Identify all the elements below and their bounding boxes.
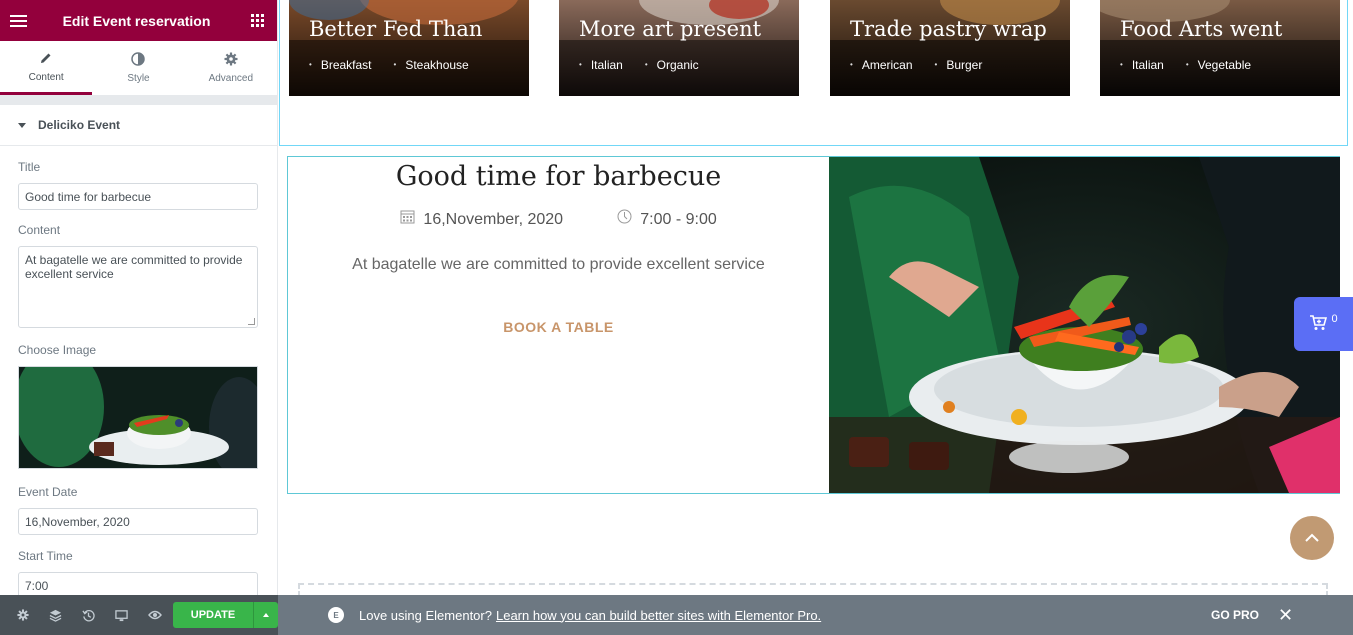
event-date-text: 16,November, 2020 xyxy=(423,211,564,228)
content-label: Content xyxy=(18,223,61,237)
gear-icon xyxy=(224,52,238,68)
go-pro-button[interactable]: GO PRO xyxy=(1211,608,1259,622)
card-title: Better Fed Than xyxy=(309,17,483,41)
pencil-icon xyxy=(39,51,53,67)
card-tags: Italian Organic xyxy=(579,58,699,72)
card-tag[interactable]: Burger xyxy=(935,58,982,72)
navigator-layers-icon[interactable] xyxy=(39,609,72,622)
card-tags: Italian Vegetable xyxy=(1120,58,1251,72)
event-image xyxy=(829,157,1340,493)
tab-style-label: Style xyxy=(127,73,150,84)
page-preview: Better Fed Than Breakfast Steakhouse Mor… xyxy=(278,0,1353,595)
card-image xyxy=(289,0,529,96)
menu-cards-section[interactable]: Better Fed Than Breakfast Steakhouse Mor… xyxy=(279,0,1348,146)
menu-card[interactable]: Trade pastry wrap American Burger xyxy=(830,0,1070,96)
elementor-promo-bar: E Love using Elementor? Learn how you ca… xyxy=(278,595,1353,635)
card-tags: Breakfast Steakhouse xyxy=(309,58,469,72)
panel-header: Edit Event reservation xyxy=(0,0,277,41)
salad-photo xyxy=(829,157,1340,493)
tab-advanced[interactable]: Advanced xyxy=(185,41,277,95)
card-tag[interactable]: Italian xyxy=(1120,58,1164,72)
card-tag[interactable]: Vegetable xyxy=(1186,58,1251,72)
panel-footer: UPDATE xyxy=(0,595,278,635)
event-time: 7:00 - 9:00 xyxy=(617,209,717,229)
calendar-icon xyxy=(400,210,419,228)
card-image xyxy=(1100,0,1340,96)
salad-image-thumbnail xyxy=(19,367,257,468)
card-tag[interactable]: Breakfast xyxy=(309,58,372,72)
tab-content[interactable]: Content xyxy=(0,41,93,95)
event-description: At bagatelle we are committed to provide… xyxy=(352,256,765,273)
menu-icon[interactable] xyxy=(0,14,36,27)
editor-panel: Edit Event reservation Content Style Adv… xyxy=(0,0,278,635)
event-time-text: 7:00 - 9:00 xyxy=(640,211,717,228)
card-image xyxy=(830,0,1070,96)
title-label: Title xyxy=(18,160,41,174)
tab-content-label: Content xyxy=(28,71,64,83)
card-tags: American Burger xyxy=(850,58,983,72)
event-reservation-widget[interactable]: Good time for barbecue 16,November, 2020… xyxy=(287,156,1340,494)
event-date-label: Event Date xyxy=(18,485,78,499)
image-chooser[interactable] xyxy=(18,366,258,469)
menu-card[interactable]: More art present Italian Organic xyxy=(559,0,799,96)
update-button[interactable]: UPDATE xyxy=(173,602,253,628)
history-icon[interactable] xyxy=(72,609,105,622)
add-section-dropzone[interactable] xyxy=(298,583,1328,595)
tab-style[interactable]: Style xyxy=(92,41,184,95)
promo-link[interactable]: Learn how you can build better sites wit… xyxy=(496,608,821,623)
card-image xyxy=(559,0,799,96)
card-title: Trade pastry wrap xyxy=(850,17,1047,41)
scroll-to-top-button[interactable] xyxy=(1290,516,1334,560)
elementor-logo-icon: E xyxy=(328,607,344,623)
chevron-up-icon xyxy=(1305,529,1319,547)
divider xyxy=(0,96,277,105)
card-title: Food Arts went xyxy=(1120,17,1283,41)
book-table-link[interactable]: BOOK A TABLE xyxy=(288,319,829,335)
caret-down-icon xyxy=(18,122,26,128)
preview-eye-icon[interactable] xyxy=(138,609,171,621)
half-circle-icon xyxy=(131,52,146,68)
card-tag[interactable]: Italian xyxy=(579,58,623,72)
settings-icon[interactable] xyxy=(6,609,39,621)
cart-icon xyxy=(1309,314,1328,334)
caret-up-icon xyxy=(263,613,269,617)
event-meta: 16,November, 2020 7:00 - 9:00 xyxy=(288,209,829,229)
cart-button[interactable]: 0 xyxy=(1294,297,1353,351)
close-icon[interactable]: ✕ xyxy=(1278,605,1293,626)
tab-advanced-label: Advanced xyxy=(208,73,254,84)
widgets-grid-icon[interactable] xyxy=(237,14,277,27)
event-date-field[interactable]: 16,November, 2020 xyxy=(18,508,258,535)
card-tag[interactable]: Steakhouse xyxy=(394,58,468,72)
promo-text: Love using Elementor? xyxy=(359,607,492,623)
panel-title: Edit Event reservation xyxy=(62,12,211,29)
image-label: Choose Image xyxy=(18,343,97,357)
responsive-desktop-icon[interactable] xyxy=(105,609,138,622)
clock-icon xyxy=(617,209,636,228)
event-title: Good time for barbecue xyxy=(395,161,722,192)
section-toggle-deliciko-event[interactable]: Deliciko Event xyxy=(0,105,277,146)
cart-count: 0 xyxy=(1331,313,1338,325)
controls: Title Good time for barbecue Content At … xyxy=(0,160,277,599)
save-options-button[interactable] xyxy=(253,602,278,628)
section-title: Deliciko Event xyxy=(38,118,121,132)
card-tag[interactable]: American xyxy=(850,58,913,72)
title-field[interactable]: Good time for barbecue xyxy=(18,183,258,210)
event-date: 16,November, 2020 xyxy=(400,209,563,229)
card-tag[interactable]: Organic xyxy=(645,58,699,72)
card-title: More art present xyxy=(579,17,762,41)
content-textarea[interactable]: At bagatelle we are committed to provide… xyxy=(18,246,258,328)
panel-tabs: Content Style Advanced xyxy=(0,41,277,96)
menu-card[interactable]: Food Arts went Italian Vegetable xyxy=(1100,0,1340,96)
start-time-label: Start Time xyxy=(18,549,73,563)
menu-card[interactable]: Better Fed Than Breakfast Steakhouse xyxy=(289,0,529,96)
event-details: Good time for barbecue 16,November, 2020… xyxy=(288,157,829,493)
